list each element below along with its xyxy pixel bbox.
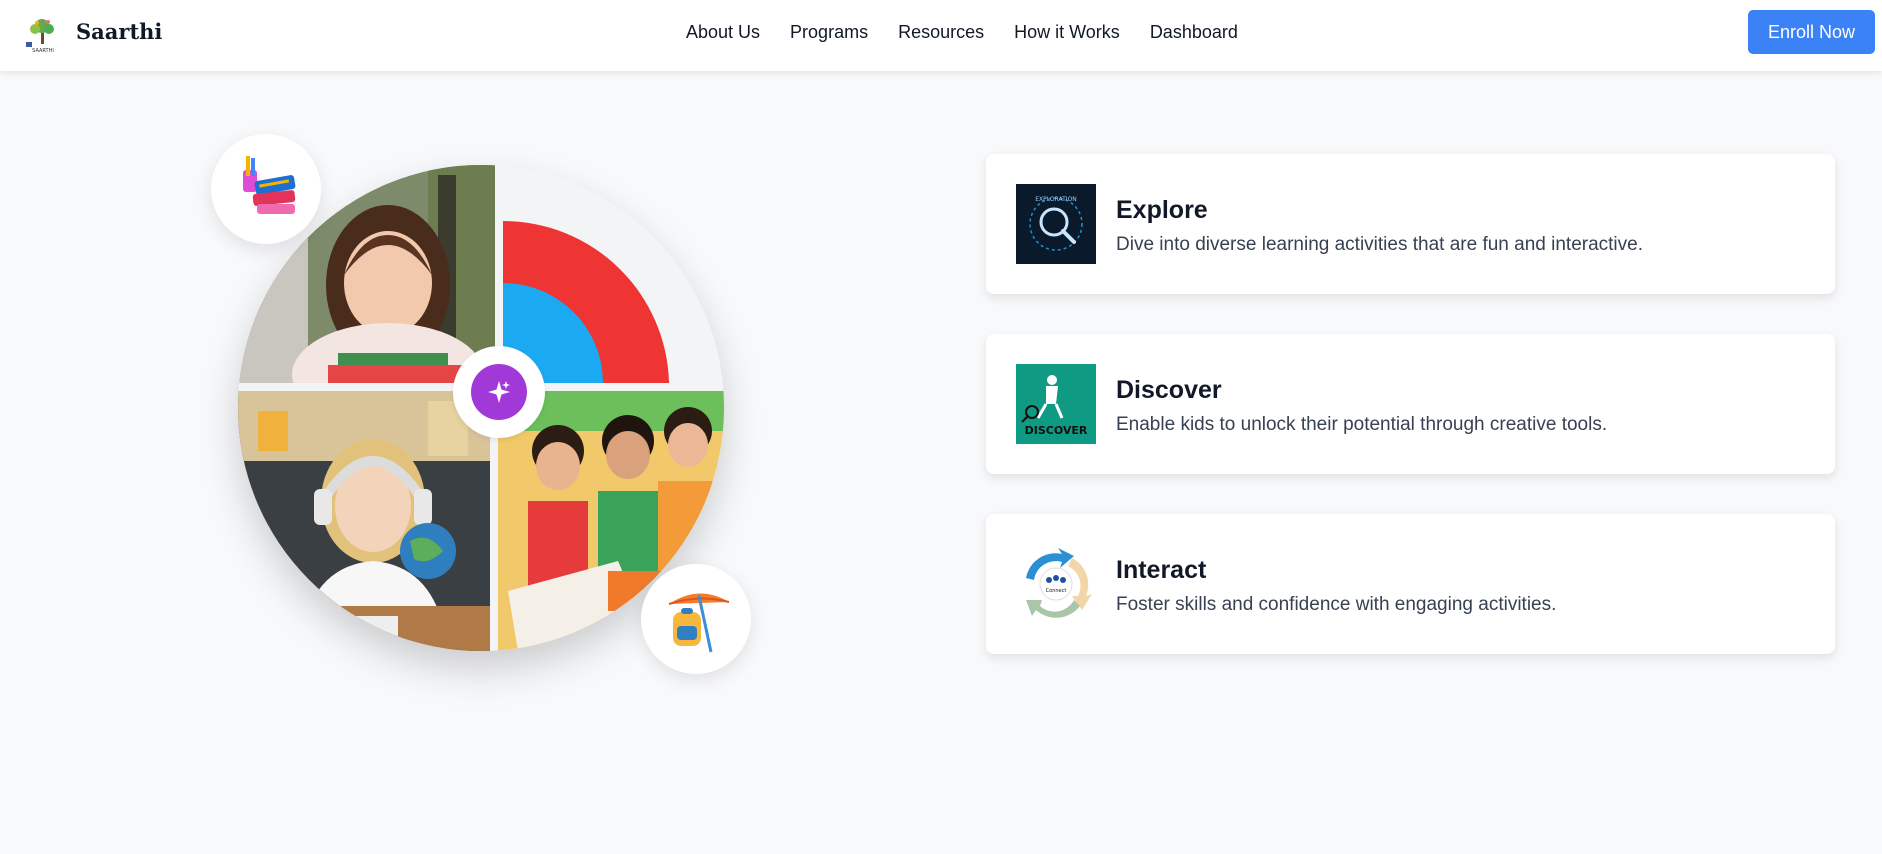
center-sparkle-badge[interactable]: [453, 346, 545, 438]
top-navbar: SAARTHI Saarthi About Us Programs Resour…: [0, 0, 1882, 71]
saarthi-logo-icon: SAARTHI: [26, 19, 54, 54]
main-nav: About Us Programs Resources How it Works…: [686, 22, 1238, 43]
enroll-now-button[interactable]: Enroll Now: [1748, 10, 1875, 54]
svg-text:DISCOVER: DISCOVER: [1025, 424, 1088, 437]
svg-text:Connect: Connect: [1046, 588, 1067, 594]
feature-card-interact[interactable]: Connect Interact Foster skills and confi…: [986, 514, 1835, 654]
discover-image: DISCOVER: [1016, 364, 1096, 444]
backpack-badge: [641, 564, 751, 674]
exploration-image: EXPLORATION: [1016, 184, 1096, 264]
feature-description: Enable kids to unlock their potential th…: [1116, 414, 1608, 435]
nav-dashboard[interactable]: Dashboard: [1150, 22, 1238, 43]
svg-text:SAARTHI: SAARTHI: [32, 48, 54, 54]
nav-about-us[interactable]: About Us: [686, 22, 760, 43]
nav-programs[interactable]: Programs: [790, 22, 868, 43]
color-quarter-graphic: [503, 165, 724, 383]
svg-text:EXPLORATION: EXPLORATION: [1035, 196, 1077, 203]
brand-name: Saarthi: [76, 18, 163, 44]
sparkle-icon: [471, 364, 527, 420]
feature-title: Interact: [1116, 556, 1207, 584]
connect-cycle-image: Connect: [1016, 544, 1096, 624]
books-badge: [211, 134, 321, 244]
feature-description: Dive into diverse learning activities th…: [1116, 234, 1643, 255]
brand[interactable]: SAARTHI Saarthi: [22, 16, 162, 54]
books-icon: [243, 156, 296, 214]
feature-card-discover[interactable]: DISCOVER Discover Enable kids to unlock …: [986, 334, 1835, 474]
feature-title: Explore: [1116, 196, 1208, 224]
backpack-icon: [668, 593, 730, 653]
nav-how-it-works[interactable]: How it Works: [1014, 22, 1120, 43]
feature-card-explore[interactable]: EXPLORATION Explore Dive into diverse le…: [986, 154, 1835, 294]
feature-title: Discover: [1116, 376, 1222, 404]
feature-description: Foster skills and confidence with engagi…: [1116, 594, 1557, 615]
girl-headphones-photo: [238, 391, 490, 651]
hero-visual: [238, 165, 724, 651]
nav-resources[interactable]: Resources: [898, 22, 984, 43]
